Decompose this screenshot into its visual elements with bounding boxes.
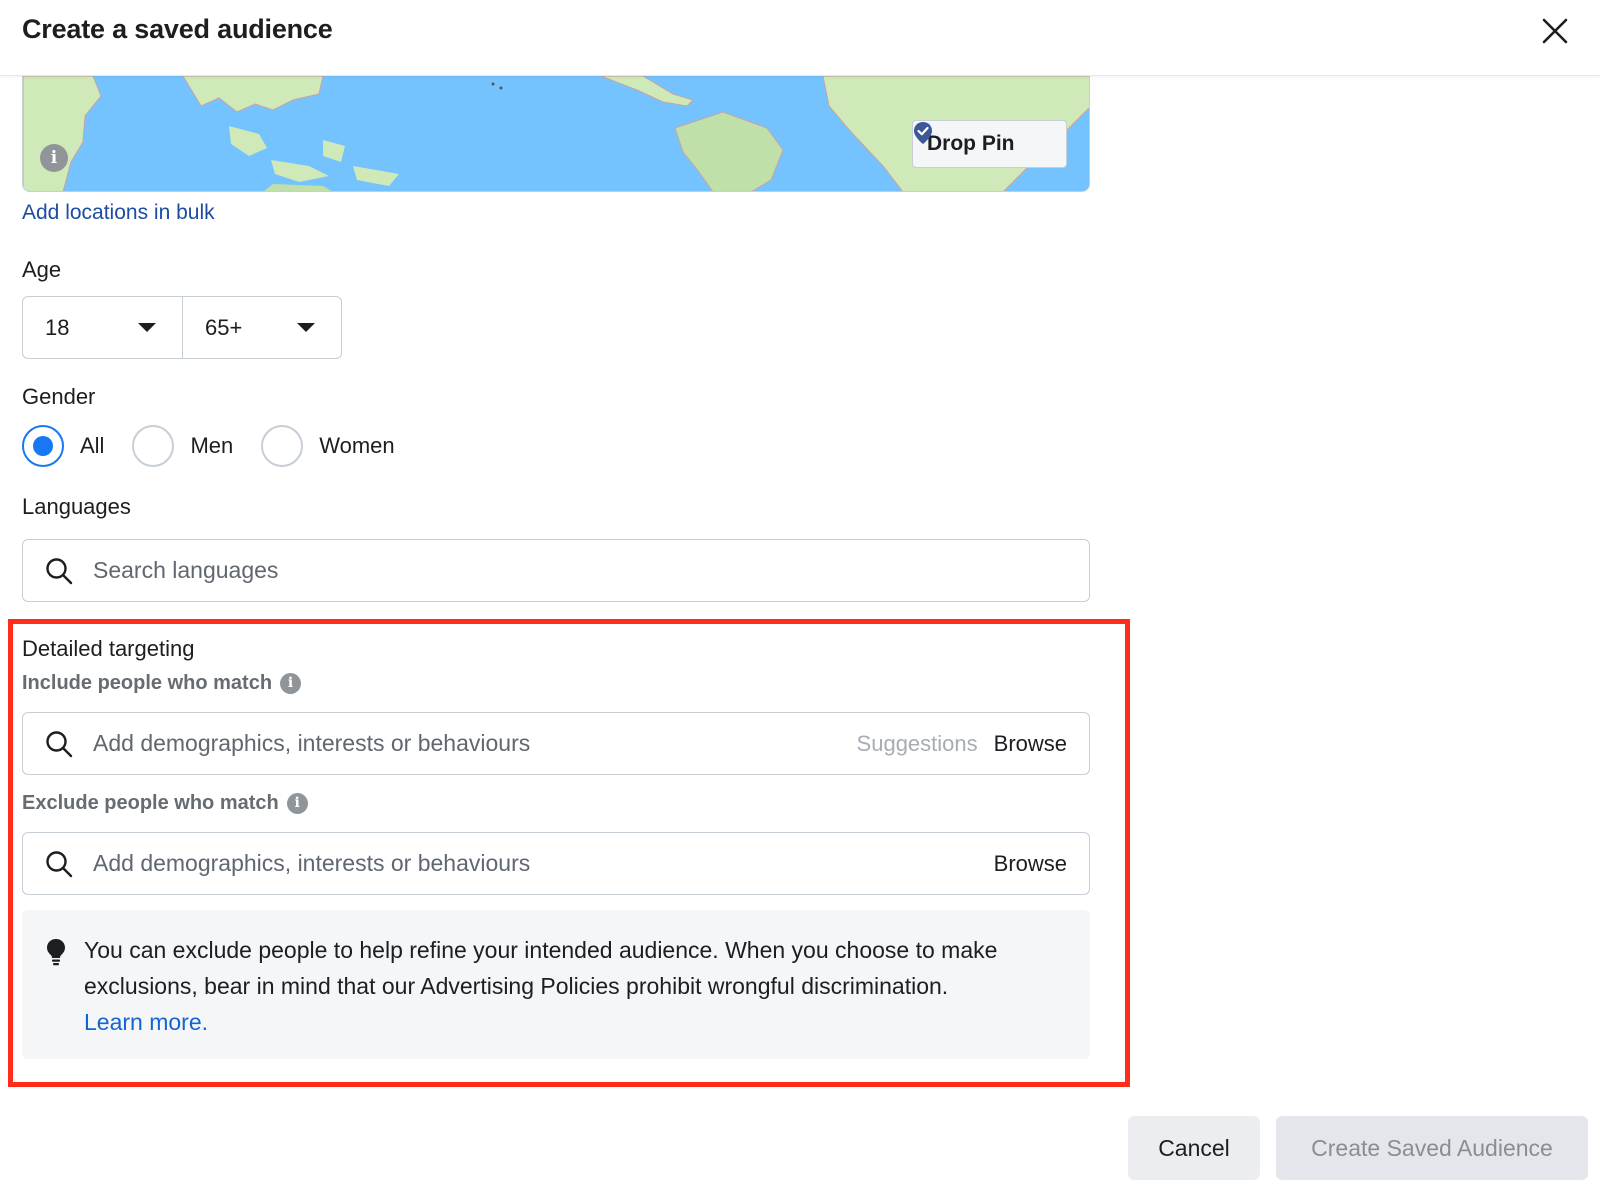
dialog-title: Create a saved audience bbox=[22, 14, 333, 44]
gender-label: Gender bbox=[22, 384, 96, 409]
gender-option-label: Women bbox=[319, 433, 395, 458]
browse-button[interactable]: Browse bbox=[994, 851, 1067, 877]
exclusion-notice: You can exclude people to help refine yo… bbox=[22, 910, 1090, 1059]
map-pin-icon bbox=[914, 122, 932, 144]
include-label: Include people who match i bbox=[22, 672, 302, 695]
info-icon[interactable]: i bbox=[280, 673, 302, 694]
exclude-targeting-input[interactable] bbox=[93, 850, 994, 877]
languages-search-input[interactable] bbox=[93, 557, 1089, 584]
lightbulb-icon bbox=[47, 939, 65, 966]
radio-button[interactable] bbox=[261, 425, 304, 467]
languages-search[interactable] bbox=[22, 539, 1090, 602]
drop-pin-button[interactable]: Drop Pin bbox=[912, 120, 1067, 168]
exclude-actions: Browse bbox=[994, 851, 1089, 877]
include-targeting-search[interactable]: Suggestions Browse bbox=[22, 712, 1090, 775]
create-saved-audience-button[interactable]: Create Saved Audience bbox=[1276, 1116, 1588, 1180]
browse-button[interactable]: Browse bbox=[994, 731, 1067, 757]
age-max-value: 65+ bbox=[205, 314, 243, 340]
detailed-targeting-label: Detailed targeting bbox=[22, 636, 195, 661]
chevron-down-icon bbox=[297, 323, 315, 332]
radio-button[interactable] bbox=[132, 425, 175, 467]
radio-button[interactable] bbox=[22, 425, 64, 467]
search-icon bbox=[46, 557, 73, 584]
languages-label: Languages bbox=[22, 494, 131, 519]
gender-option-men[interactable]: Men bbox=[132, 425, 233, 467]
gender-option-label: All bbox=[80, 433, 105, 458]
include-label-text: Include people who match bbox=[22, 672, 273, 694]
age-min-value: 18 bbox=[45, 314, 70, 340]
exclude-targeting-search[interactable]: Browse bbox=[22, 832, 1090, 895]
learn-more-link[interactable]: Learn more. bbox=[84, 1009, 208, 1035]
cancel-button[interactable]: Cancel bbox=[1128, 1116, 1260, 1180]
close-icon[interactable] bbox=[1540, 16, 1570, 46]
include-actions: Suggestions Browse bbox=[857, 731, 1089, 757]
search-icon bbox=[46, 850, 73, 877]
dialog-header: Create a saved audience bbox=[0, 0, 1600, 76]
suggestions-button[interactable]: Suggestions bbox=[857, 731, 978, 757]
drop-pin-label: Drop Pin bbox=[927, 132, 1015, 155]
include-targeting-input[interactable] bbox=[93, 730, 857, 757]
age-range: 18 65+ bbox=[22, 296, 342, 359]
gender-option-women[interactable]: Women bbox=[261, 425, 395, 467]
exclude-label: Exclude people who match i bbox=[22, 792, 308, 815]
notice-text: You can exclude people to help refine yo… bbox=[84, 937, 998, 999]
add-locations-bulk-link[interactable]: Add locations in bulk bbox=[22, 201, 215, 225]
age-label: Age bbox=[22, 257, 62, 282]
location-map[interactable]: i Drop Pin bbox=[22, 76, 1090, 192]
exclude-label-text: Exclude people who match bbox=[22, 792, 279, 814]
gender-radio-group: All Men Women bbox=[22, 425, 423, 467]
gender-option-label: Men bbox=[190, 433, 234, 458]
gender-option-all[interactable]: All bbox=[22, 425, 104, 467]
age-max-select[interactable]: 65+ bbox=[182, 297, 341, 358]
info-icon[interactable]: i bbox=[286, 793, 308, 814]
map-info-icon[interactable]: i bbox=[40, 144, 68, 172]
age-min-select[interactable]: 18 bbox=[23, 297, 182, 358]
search-icon bbox=[46, 730, 73, 757]
chevron-down-icon bbox=[138, 323, 156, 332]
